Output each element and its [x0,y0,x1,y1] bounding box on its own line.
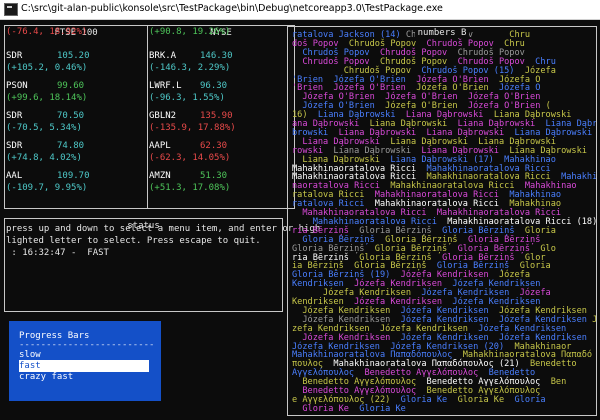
nyse-change: (-135.9, 17.88%) [149,123,236,133]
numbers-b-segment: Gloria Ke [292,403,349,414]
ftse-price: 70.50 [57,111,85,121]
console-window: FTSE 100 (-76.4, 18.92%) SDR 105.20 (+105.2… [0,20,600,420]
numbers-b-segment: Gloria Ke [348,403,406,414]
nyse-symbol: AMZN [149,171,171,181]
nyse-change: (+51.3, 17.08%) [149,183,231,193]
ftse-price: 99.60 [57,81,85,91]
menu-item-crazy-fast[interactable]: crazy fast [19,371,159,383]
console-app-icon [4,3,18,16]
ftse-change: (-76.4, 18.92%) [6,27,88,37]
nyse-price: 96.30 [200,81,228,91]
ftse-change: (-70.5, 5.34%) [6,123,82,133]
numbers-b-title: numbers B [414,28,470,38]
ftse-price: 74.80 [57,141,85,151]
ftse-symbol: SDR [6,141,23,151]
window-title: C:\src\git-alan-public\konsole\src\TestP… [21,3,443,14]
numbers-b-panel: ratalova Jackson (14) Chru doš Popov Chru… [287,26,597,416]
status-panel: status press up and down to select a men… [4,218,320,312]
nyse-price: 146.30 [200,51,233,61]
nyse-symbol: AAPL [149,141,171,151]
progress-bars-menu: Progress Bars ------------------------- … [9,321,161,401]
ftse-symbol: SDR [6,111,23,121]
ftse-symbol: SDR [6,51,23,61]
nyse-price: 62.30 [200,141,228,151]
ftse-change: (+74.8, 4.02%) [6,153,82,163]
numbers-b-line: Gloria Ke Gloria Ke [292,404,406,415]
nyse-panel: NYSE (+90.8, 19.26%) BRK.A 146.30 (-146.3, … [147,25,295,209]
status-clock: : 16:32:47 - FAST [6,248,109,258]
ftse-symbol: AAL [6,171,23,181]
nyse-change: (-96.3, 1.55%) [149,93,225,103]
numbers-b-segment: Ben [540,377,567,388]
ftse-price: 105.20 [57,51,90,61]
nyse-change: (+90.8, 19.26%) [149,27,231,37]
numbers-b-segment: Gloria Ke [447,394,505,405]
ftse-panel: FTSE 100 (-76.4, 18.92%) SDR 105.20 (+105.2… [4,25,148,209]
ftse-symbol: PSON [6,81,28,91]
nyse-symbol: GBLN2 [149,111,177,121]
status-instructions-line-2: lighted letter to select. Press escape t… [6,236,261,246]
nyse-symbol: BRK.A [149,51,177,61]
status-instructions-line-1: press up and down to select a menu item,… [6,224,321,234]
numbers-b-segment: Jó [592,314,597,325]
nyse-change: (-146.3, 2.29%) [149,63,231,73]
ftse-price: 109.70 [57,171,90,181]
nyse-symbol: LWRF.L [149,81,182,91]
nyse-price: 51.30 [200,171,228,181]
ftse-change: (-109.7, 9.95%) [6,183,88,193]
nyse-change: (-62.3, 14.05%) [149,153,231,163]
numbers-b-segment: Gloria [504,394,546,405]
ftse-change: (+99.6, 18.14%) [6,93,88,103]
window-titlebar: C:\src\git-alan-public\konsole\src\TestP… [0,0,600,20]
nyse-price: 135.90 [200,111,233,121]
ftse-change: (+105.2, 0.46%) [6,63,88,73]
numbers-b-title-wrap: numbers B [287,20,597,38]
